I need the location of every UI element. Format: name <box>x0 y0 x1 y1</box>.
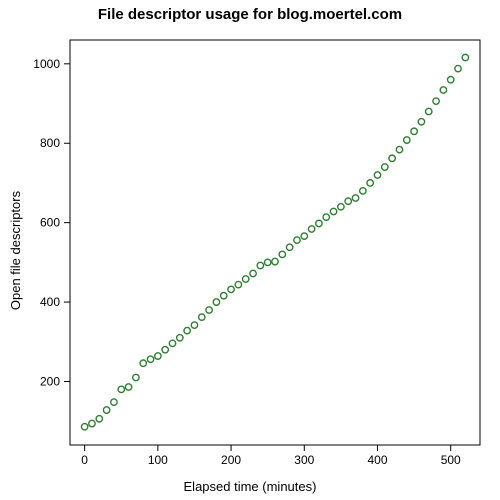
data-point <box>221 293 227 299</box>
x-tick-label: 400 <box>367 453 387 467</box>
chart-root: File descriptor usage for blog.moertel.c… <box>0 0 500 500</box>
data-point <box>345 198 351 204</box>
y-tick-label: 600 <box>40 216 60 230</box>
data-point <box>147 356 153 362</box>
data-point <box>96 416 102 422</box>
data-point <box>382 164 388 170</box>
data-point <box>133 374 139 380</box>
data-point <box>125 384 131 390</box>
data-point <box>81 424 87 430</box>
x-tick-label: 500 <box>441 453 461 467</box>
data-point <box>118 386 124 392</box>
y-tick-label: 400 <box>40 295 60 309</box>
data-point <box>426 108 432 114</box>
data-point <box>184 327 190 333</box>
data-point <box>374 172 380 178</box>
data-point <box>206 307 212 313</box>
data-point <box>360 188 366 194</box>
data-point <box>177 335 183 341</box>
data-point <box>264 259 270 265</box>
data-point <box>228 286 234 292</box>
data-point <box>462 54 468 60</box>
data-point <box>140 360 146 366</box>
data-point <box>352 195 358 201</box>
data-point <box>389 155 395 161</box>
x-tick-label: 100 <box>148 453 168 467</box>
data-point <box>191 322 197 328</box>
data-point <box>404 137 410 143</box>
data-point <box>396 146 402 152</box>
data-point <box>433 98 439 104</box>
y-tick-label: 1000 <box>33 57 60 71</box>
data-point <box>155 353 161 359</box>
plot-frame <box>70 40 480 445</box>
data-point <box>235 281 241 287</box>
data-point <box>89 420 95 426</box>
data-point <box>455 65 461 71</box>
data-point <box>308 226 314 232</box>
data-point <box>199 314 205 320</box>
data-point <box>411 128 417 134</box>
y-tick-label: 200 <box>40 374 60 388</box>
x-tick-label: 200 <box>221 453 241 467</box>
y-tick-label: 800 <box>40 136 60 150</box>
data-point <box>103 407 109 413</box>
data-point <box>301 233 307 239</box>
data-point <box>250 270 256 276</box>
data-point <box>323 214 329 220</box>
data-point <box>440 87 446 93</box>
data-point <box>316 220 322 226</box>
x-tick-label: 300 <box>294 453 314 467</box>
data-point <box>330 208 336 214</box>
data-point <box>169 340 175 346</box>
data-point <box>279 251 285 257</box>
data-point <box>162 347 168 353</box>
data-point <box>213 299 219 305</box>
data-point <box>286 244 292 250</box>
data-point <box>111 399 117 405</box>
data-point <box>448 77 454 83</box>
data-point <box>367 180 373 186</box>
data-point <box>257 262 263 268</box>
data-point <box>338 204 344 210</box>
data-point <box>294 237 300 243</box>
data-point <box>243 276 249 282</box>
data-point <box>418 119 424 125</box>
chart-svg: 0 100 200 300 400 500 200 400 600 800 1000 <box>0 0 500 500</box>
x-tick-label: 0 <box>81 453 88 467</box>
data-point <box>272 258 278 264</box>
